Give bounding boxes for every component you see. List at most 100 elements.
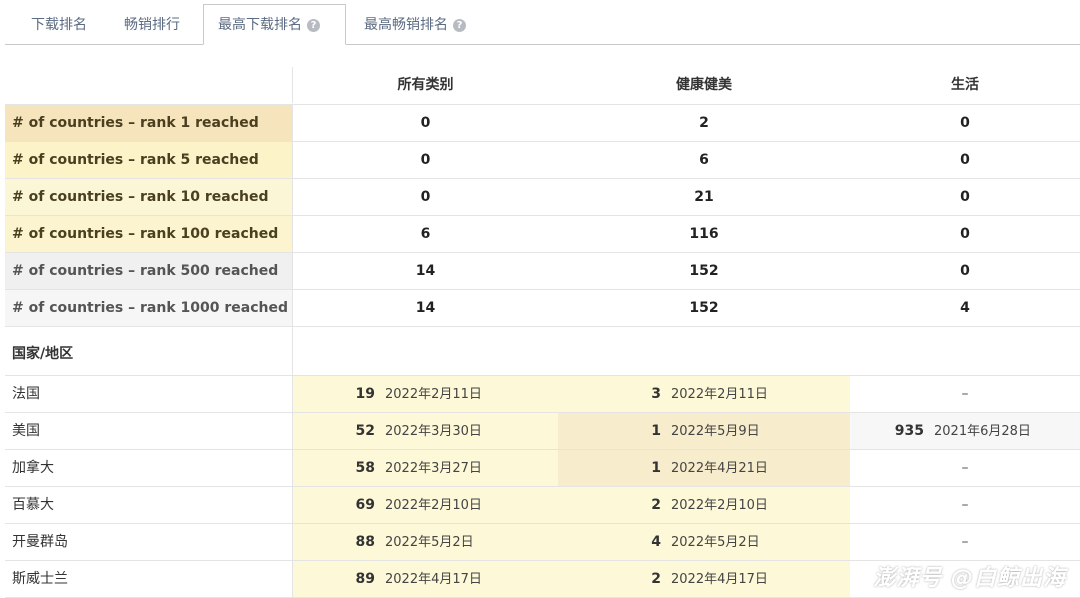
row-label: # of countries – rank 10 reached: [5, 179, 292, 215]
country-name: 斯威士兰: [12, 571, 68, 587]
empty-dash: –: [961, 460, 969, 476]
country-name: 美国: [12, 423, 40, 439]
table-row: 百慕大 69 2022年2月10日 2 2022年2月10日 –: [5, 487, 1080, 524]
row-label: # of countries – rank 5 reached: [5, 142, 292, 178]
cell-value: 0: [960, 226, 970, 242]
table-header-row: 所有类别 健康健美 生活: [5, 67, 1080, 105]
section-label: 国家/地区: [12, 346, 74, 362]
rank-cell: 3 2022年2月11日: [558, 376, 850, 412]
rank-cell: 88 2022年5月2日: [292, 524, 558, 560]
empty-dash: –: [961, 497, 969, 513]
table-row: # of countries – rank 1000 reached 14 15…: [5, 290, 1080, 327]
tab-bar: 下载排名 畅销排行 最高下载排名? 最高畅销排名?: [0, 0, 1080, 45]
table-row: # of countries – rank 10 reached 0 21 0: [5, 179, 1080, 216]
country-name: 百慕大: [12, 497, 54, 513]
cell-value: 116: [689, 226, 719, 242]
tab-label: 畅销排行: [124, 17, 180, 33]
rank-cell: 52 2022年3月30日: [292, 413, 558, 449]
tab-label: 最高畅销排名: [364, 17, 448, 33]
rank-date: 2022年2月11日: [385, 387, 482, 402]
rank-value: 1: [651, 423, 661, 439]
cell-value: 0: [292, 105, 558, 141]
rank-cell: –: [850, 450, 1080, 486]
rank-value: 69: [355, 497, 375, 513]
rank-date: 2022年5月2日: [385, 535, 474, 550]
rank-date: 2022年4月21日: [671, 461, 768, 476]
rank-date: 2022年4月17日: [385, 572, 482, 587]
rank-value: 2: [651, 497, 661, 513]
country-name: 加拿大: [12, 460, 54, 476]
rank-date: 2022年3月30日: [385, 424, 482, 439]
tab-downloads-ranking[interactable]: 下载排名: [31, 8, 87, 44]
tab-label: 下载排名: [31, 17, 87, 33]
country-name: 开曼群岛: [12, 534, 68, 550]
cell-value: 0: [960, 115, 970, 131]
rank-cell: 1 2022年4月21日: [558, 450, 850, 486]
rank-cell: 2 2022年2月10日: [558, 487, 850, 523]
cell-value: 152: [689, 300, 719, 316]
rank-cell: –: [850, 487, 1080, 523]
column-header-health-fitness: 健康健美: [676, 77, 732, 93]
table-row: # of countries – rank 5 reached 0 6 0: [5, 142, 1080, 179]
table-row: # of countries – rank 1 reached 0 2 0: [5, 105, 1080, 142]
cell-value: 21: [694, 189, 714, 205]
table-row: 美国 52 2022年3月30日 1 2022年5月9日 935 2021年6月28日: [5, 413, 1080, 450]
table-row: # of countries – rank 100 reached 6 116 …: [5, 216, 1080, 253]
rank-cell: –: [850, 376, 1080, 412]
cell-value: 152: [689, 263, 719, 279]
row-label: # of countries – rank 1 reached: [5, 105, 292, 141]
rank-value: 19: [355, 386, 375, 402]
watermark: 澎湃号 @白鲸出海: [873, 566, 1066, 591]
cell-value: 6: [699, 152, 709, 168]
row-label: # of countries – rank 500 reached: [5, 253, 292, 289]
help-icon[interactable]: ?: [307, 19, 320, 32]
cell-value: 6: [292, 216, 558, 252]
rank-value: 935: [894, 423, 924, 439]
rank-date: 2022年5月2日: [671, 535, 760, 550]
section-header-row: 国家/地区: [5, 327, 1080, 376]
cell-value: 2: [699, 115, 709, 131]
rank-value: 4: [651, 534, 661, 550]
cell-value: 0: [292, 179, 558, 215]
tab-top-downloads-ranking[interactable]: 最高下载排名?: [203, 4, 346, 45]
rank-date: 2021年6月28日: [934, 424, 1031, 439]
cell-value: 0: [960, 152, 970, 168]
cell-value: 0: [960, 189, 970, 205]
rank-value: 58: [355, 460, 375, 476]
rank-value: 2: [651, 571, 661, 587]
rank-value: 89: [355, 571, 375, 587]
rank-date: 2022年2月11日: [671, 387, 768, 402]
rank-date: 2022年4月17日: [671, 572, 768, 587]
rank-cell: –: [850, 524, 1080, 560]
table-row: 开曼群岛 88 2022年5月2日 4 2022年5月2日 –: [5, 524, 1080, 561]
rank-date: 2022年2月10日: [385, 498, 482, 513]
empty-dash: –: [961, 386, 969, 402]
help-icon[interactable]: ?: [453, 19, 466, 32]
rank-value: 1: [651, 460, 661, 476]
table-row: 加拿大 58 2022年3月27日 1 2022年4月21日 –: [5, 450, 1080, 487]
rank-cell: 69 2022年2月10日: [292, 487, 558, 523]
rank-value: 52: [355, 423, 375, 439]
rank-cell: 4 2022年5月2日: [558, 524, 850, 560]
cell-value: 14: [292, 290, 558, 326]
tab-top-bestsellers-ranking[interactable]: 最高畅销排名?: [364, 8, 466, 44]
rank-value: 3: [651, 386, 661, 402]
row-label: # of countries – rank 1000 reached: [5, 290, 292, 326]
rank-date: 2022年2月10日: [671, 498, 768, 513]
tab-label: 最高下载排名: [218, 17, 302, 33]
tab-bar-baseline: [5, 44, 1080, 45]
table-row: # of countries – rank 500 reached 14 152…: [5, 253, 1080, 290]
rank-cell: 1 2022年5月9日: [558, 413, 850, 449]
rank-cell: 2 2022年4月17日: [558, 561, 850, 597]
cell-value: 14: [292, 253, 558, 289]
cell-value: 0: [960, 263, 970, 279]
rank-date: 2022年5月9日: [671, 424, 760, 439]
column-header-all-categories: 所有类别: [292, 67, 558, 103]
cell-value: 0: [292, 142, 558, 178]
tab-bestsellers-ranking[interactable]: 畅销排行: [124, 8, 180, 44]
rank-cell: 89 2022年4月17日: [292, 561, 558, 597]
country-name: 法国: [12, 386, 40, 402]
rank-value: 88: [355, 534, 375, 550]
table-row: 法国 19 2022年2月11日 3 2022年2月11日 –: [5, 376, 1080, 413]
row-label: # of countries – rank 100 reached: [5, 216, 292, 252]
